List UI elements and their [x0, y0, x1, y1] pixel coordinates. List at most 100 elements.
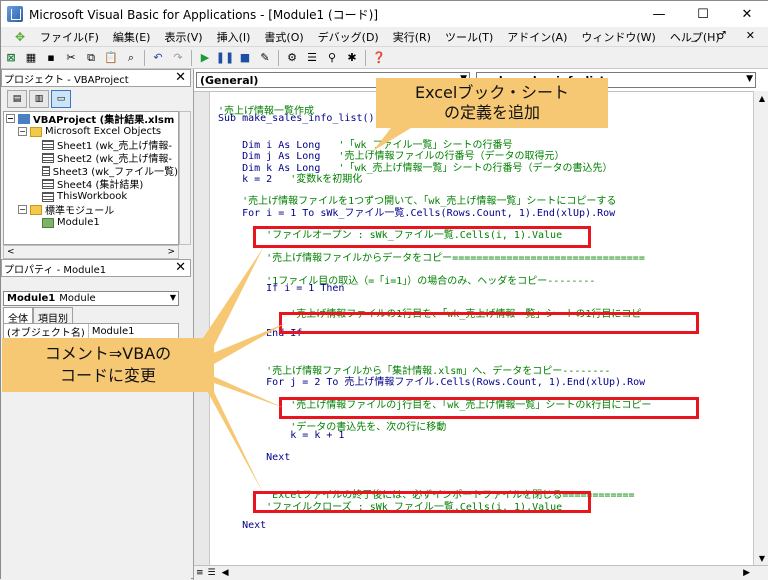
collapse-icon[interactable]: − — [18, 205, 27, 214]
tree-item-vbaproject[interactable]: − VBAProject (集計結果.xlsm — [4, 112, 178, 126]
worksheet-icon — [42, 165, 50, 176]
collapse-icon[interactable]: − — [6, 114, 15, 123]
menu-bar: ✥ ファイル(F) 編集(E) 表示(V) 挿入(I) 書式(O) デバッグ(D… — [1, 27, 768, 47]
vbe-window: Microsoft Visual Basic for Applications … — [0, 0, 768, 580]
tree-item-label: Sheet4 (集計結果) — [57, 180, 144, 191]
mdi-controls[interactable]: _ ♂ ✕ — [691, 29, 763, 42]
redo-icon[interactable]: ↷ — [169, 49, 187, 67]
highlight-file-open — [253, 226, 591, 248]
view-excel-icon[interactable]: ⊠ — [2, 49, 20, 67]
menu-addins[interactable]: アドイン(A) — [500, 29, 574, 45]
design-mode-icon[interactable]: ✎ — [256, 49, 274, 67]
window-controls: — ☐ ✕ — [637, 1, 768, 27]
scroll-left-icon[interactable]: ◀ — [222, 568, 229, 578]
copy-icon[interactable]: ⧉ — [82, 49, 100, 67]
procedure-view-icon[interactable]: ≡ — [196, 568, 204, 578]
chevron-down-icon[interactable]: ▼ — [746, 74, 753, 84]
project-tree: − VBAProject (集計結果.xlsm − Microsoft Exce… — [3, 111, 179, 245]
run-icon[interactable]: ▶ — [196, 49, 214, 67]
paste-icon[interactable]: 📋 — [102, 49, 120, 67]
title-bar: Microsoft Visual Basic for Applications … — [1, 1, 768, 27]
find-icon[interactable]: ⌕ — [122, 49, 140, 67]
callout-text: コメント⇒VBAの コードに変更 — [44, 344, 172, 385]
code-line[interactable]: k = 2 '変数kを初期化 — [218, 170, 362, 185]
full-module-view-icon[interactable]: ☰ — [208, 568, 216, 578]
code-line[interactable]: For i = 1 To sWk_ファイル一覧.Cells(Rows.Count… — [218, 204, 615, 219]
worksheet-icon — [42, 152, 54, 163]
code-line[interactable]: Sub make_sales_info_list() — [218, 113, 375, 124]
worksheet-icon — [42, 139, 54, 150]
collapse-icon[interactable]: − — [18, 127, 27, 136]
project-pane-close-button[interactable]: ✕ — [175, 70, 186, 85]
menu-view[interactable]: 表示(V) — [157, 29, 209, 45]
cut-icon[interactable]: ✂ — [62, 49, 80, 67]
scroll-right-icon[interactable]: > — [167, 247, 175, 257]
code-margin[interactable] — [194, 92, 210, 565]
menu-run[interactable]: 実行(R) — [386, 29, 438, 45]
window-title: Microsoft Visual Basic for Applications … — [29, 7, 379, 22]
highlight-header-copy — [279, 312, 699, 334]
close-button[interactable]: ✕ — [725, 1, 768, 27]
properties-pane-title: プロパティ - Module1 ✕ — [1, 259, 191, 277]
menu-tools[interactable]: ツール(T) — [438, 29, 500, 45]
properties-pane-close-button[interactable]: ✕ — [175, 260, 186, 275]
code-line[interactable]: If i = 1 Then — [218, 283, 344, 294]
scroll-left-icon[interactable]: < — [7, 247, 15, 257]
code-line[interactable]: Next — [218, 452, 290, 463]
code-line[interactable]: For j = 2 To 売上げ情報ファイル.Cells(Rows.Count,… — [218, 373, 645, 388]
tree-item-sheet4[interactable]: Sheet4 (集計結果) — [4, 177, 178, 191]
minimize-button[interactable]: — — [637, 1, 681, 27]
scroll-right-icon[interactable]: ▶ — [743, 568, 750, 578]
highlight-row-copy — [279, 397, 699, 419]
menu-edit[interactable]: 編集(E) — [106, 29, 158, 45]
insert-module-icon[interactable]: ▦ — [22, 49, 40, 67]
property-value[interactable]: Module1 — [89, 326, 138, 337]
folder-icon — [30, 204, 42, 215]
workbook-icon — [42, 191, 54, 202]
maximize-button[interactable]: ☐ — [681, 1, 725, 27]
project-pane-label: プロジェクト - VBAProject — [4, 74, 129, 86]
module-icon — [42, 217, 54, 228]
toolbar-separator — [191, 49, 192, 66]
project-pane-title: プロジェクト - VBAProject ✕ — [1, 69, 191, 87]
tree-item-module1[interactable]: Module1 — [4, 216, 178, 229]
reset-icon[interactable]: ■ — [236, 49, 254, 67]
view-object-icon[interactable]: ▥ — [29, 90, 49, 108]
tree-item-standard-modules[interactable]: − 標準モジュール — [4, 203, 178, 217]
properties-window-icon[interactable]: ☰ — [303, 49, 321, 67]
view-code-icon[interactable]: ▤ — [7, 90, 27, 108]
break-icon[interactable]: ❚❚ — [216, 49, 234, 67]
code-line[interactable]: k = k + 1 — [218, 430, 344, 441]
project-explorer-icon[interactable]: ⚙ — [283, 49, 301, 67]
toggle-folders-icon[interactable]: ▭ — [51, 90, 71, 108]
tree-item-label: Microsoft Excel Objects — [45, 126, 162, 137]
code-line[interactable]: Next — [218, 520, 266, 531]
toolbar-separator — [144, 49, 145, 66]
menu-format[interactable]: 書式(O) — [257, 29, 310, 45]
properties-object-select[interactable]: Module1 Module ▼ — [3, 291, 179, 306]
code-comment: '変数kを初期化 — [290, 173, 363, 185]
menu-insert[interactable]: 挿入(I) — [210, 29, 258, 45]
scroll-down-icon[interactable]: ▼ — [754, 551, 768, 565]
help-icon[interactable]: ❓ — [370, 49, 388, 67]
menu-window[interactable]: ウィンドウ(W) — [574, 29, 662, 45]
undo-icon[interactable]: ↶ — [149, 49, 167, 67]
project-tree-hscroll[interactable]: < > — [3, 245, 179, 259]
code-vscroll[interactable]: ▲ ▼ — [753, 91, 768, 565]
tree-item-label: Module1 — [57, 217, 100, 228]
project-tree-vscroll[interactable] — [179, 111, 191, 245]
save-icon[interactable]: ▪ — [42, 49, 60, 67]
menu-debug[interactable]: デバッグ(D) — [311, 29, 386, 45]
callout-comment-to-code: コメント⇒VBAの コードに変更 — [2, 338, 214, 392]
properties-pane: プロパティ - Module1 ✕ — [1, 259, 191, 277]
menu-file[interactable]: ファイル(F) — [33, 29, 106, 45]
scroll-up-icon[interactable]: ▲ — [754, 91, 768, 105]
callout-add-definitions: Excelブック・シート の定義を追加 — [376, 78, 608, 128]
code-line[interactable]: '売上げ情報ファイルからデータをコピー=====================… — [218, 249, 645, 264]
object-browser-icon[interactable]: ⚲ — [323, 49, 341, 67]
toolbox-icon[interactable]: ✱ — [343, 49, 361, 67]
vba-app-icon — [7, 6, 23, 22]
chevron-down-icon[interactable]: ▼ — [170, 293, 176, 302]
properties-grid-row[interactable]: (オブジェクト名) Module1 — [3, 323, 179, 339]
excel-view-icon[interactable]: ✥ — [11, 29, 29, 45]
